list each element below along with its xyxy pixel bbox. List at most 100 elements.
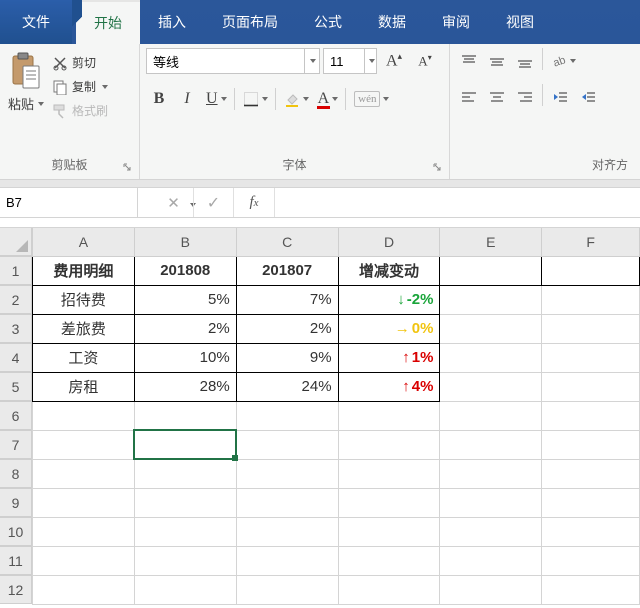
insert-function-button[interactable]: fx (234, 188, 274, 217)
cell-D12[interactable] (338, 575, 440, 604)
column-header-D[interactable]: D (338, 228, 440, 256)
fill-color-button[interactable] (280, 86, 312, 112)
cell-A12[interactable] (33, 575, 135, 604)
column-header-C[interactable]: C (236, 228, 338, 256)
column-header-B[interactable]: B (134, 228, 236, 256)
paste-button[interactable]: 粘贴 (6, 48, 46, 117)
cell-C10[interactable] (236, 517, 338, 546)
orientation-button[interactable]: ab (547, 48, 579, 74)
row-header-4[interactable]: 4 (0, 343, 32, 372)
tab-insert[interactable]: 插入 (140, 0, 204, 44)
cell-E9[interactable] (440, 488, 542, 517)
row-header-6[interactable]: 6 (0, 401, 32, 430)
font-color-button[interactable]: A (314, 86, 342, 112)
cell-C11[interactable] (236, 546, 338, 575)
font-size-input[interactable] (324, 54, 364, 69)
underline-button[interactable]: U (202, 86, 230, 112)
select-all-button[interactable] (0, 228, 32, 256)
cell-D3[interactable]: →0% (338, 314, 440, 343)
cell-B8[interactable] (134, 459, 236, 488)
cell-B11[interactable] (134, 546, 236, 575)
cut-button[interactable]: 剪切 (50, 52, 110, 73)
cell-C1[interactable]: 201807 (236, 256, 338, 285)
name-box[interactable] (0, 188, 138, 217)
cell-E4[interactable] (440, 343, 542, 372)
cell-A10[interactable] (33, 517, 135, 546)
cell-C12[interactable] (236, 575, 338, 604)
tab-review[interactable]: 审阅 (424, 0, 488, 44)
row-header-11[interactable]: 11 (0, 546, 32, 575)
cell-D4[interactable]: ↑1% (338, 343, 440, 372)
cell-F11[interactable] (542, 546, 640, 575)
cell-C7[interactable] (236, 430, 338, 459)
cell-F1[interactable] (542, 256, 640, 285)
accept-formula-button[interactable]: ✓ (194, 188, 234, 217)
cell-A6[interactable] (33, 401, 135, 430)
increase-indent-button[interactable] (575, 84, 601, 110)
cell-A4[interactable]: 工资 (33, 343, 135, 372)
row-header-10[interactable]: 10 (0, 517, 32, 546)
cell-B5[interactable]: 28% (134, 372, 236, 401)
align-center-button[interactable] (484, 84, 510, 110)
cell-D8[interactable] (338, 459, 440, 488)
cell-A1[interactable]: 费用明细 (33, 256, 135, 285)
increase-font-size-button[interactable]: A▴ (380, 48, 408, 74)
cell-F8[interactable] (542, 459, 640, 488)
cell-E10[interactable] (440, 517, 542, 546)
row-header-8[interactable]: 8 (0, 459, 32, 488)
cell-F9[interactable] (542, 488, 640, 517)
row-header-9[interactable]: 9 (0, 488, 32, 517)
cell-C4[interactable]: 9% (236, 343, 338, 372)
cancel-formula-button[interactable]: ✕ (154, 188, 194, 217)
cell-C3[interactable]: 2% (236, 314, 338, 343)
row-header-3[interactable]: 3 (0, 314, 32, 343)
cell-E3[interactable] (440, 314, 542, 343)
cell-B10[interactable] (134, 517, 236, 546)
cell-A9[interactable] (33, 488, 135, 517)
cell-B6[interactable] (134, 401, 236, 430)
cell-C2[interactable]: 7% (236, 285, 338, 314)
decrease-font-size-button[interactable]: A▾ (411, 48, 439, 74)
cell-E1[interactable] (440, 256, 542, 285)
cell-F5[interactable] (542, 372, 640, 401)
cell-D7[interactable] (338, 430, 440, 459)
cell-E7[interactable] (440, 430, 542, 459)
cell-B9[interactable] (134, 488, 236, 517)
tab-page-layout[interactable]: 页面布局 (204, 0, 296, 44)
tab-formula[interactable]: 公式 (296, 0, 360, 44)
cell-B1[interactable]: 201808 (134, 256, 236, 285)
cell-A2[interactable]: 招待费 (33, 285, 135, 314)
align-middle-button[interactable] (484, 48, 510, 74)
row-header-1[interactable]: 1 (0, 256, 32, 285)
cell-A11[interactable] (33, 546, 135, 575)
row-header-5[interactable]: 5 (0, 372, 32, 401)
chevron-down-icon[interactable] (304, 49, 319, 73)
cell-F7[interactable] (542, 430, 640, 459)
column-header-F[interactable]: F (542, 228, 640, 256)
chevron-down-icon[interactable] (364, 49, 376, 73)
row-header-12[interactable]: 12 (0, 575, 32, 604)
align-bottom-button[interactable] (512, 48, 538, 74)
cell-B12[interactable] (134, 575, 236, 604)
cell-E8[interactable] (440, 459, 542, 488)
cell-B4[interactable]: 10% (134, 343, 236, 372)
borders-button[interactable] (239, 86, 271, 112)
tab-file[interactable]: 文件 (0, 0, 72, 44)
formula-input[interactable] (275, 188, 640, 217)
cell-E2[interactable] (440, 285, 542, 314)
cell-C9[interactable] (236, 488, 338, 517)
cell-D9[interactable] (338, 488, 440, 517)
copy-button[interactable]: 复制 (50, 76, 110, 97)
cell-F12[interactable] (542, 575, 640, 604)
cell-D2[interactable]: ↓-2% (338, 285, 440, 314)
cell-C6[interactable] (236, 401, 338, 430)
dialog-launcher-icon[interactable] (431, 161, 443, 173)
italic-button[interactable]: I (174, 86, 200, 112)
row-header-2[interactable]: 2 (0, 285, 32, 314)
tab-data[interactable]: 数据 (360, 0, 424, 44)
cell-F3[interactable] (542, 314, 640, 343)
column-header-A[interactable]: A (33, 228, 135, 256)
cell-D5[interactable]: ↑4% (338, 372, 440, 401)
cell-A7[interactable] (33, 430, 135, 459)
row-header-7[interactable]: 7 (0, 430, 32, 459)
